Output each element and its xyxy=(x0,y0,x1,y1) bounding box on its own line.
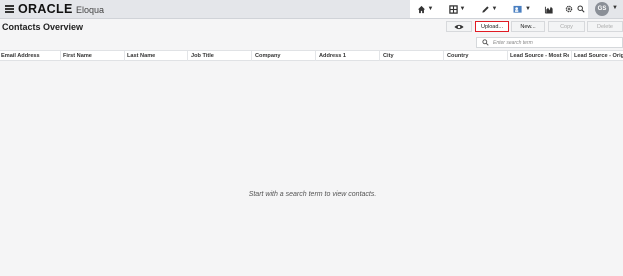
upload-button[interactable]: Upload... xyxy=(475,21,509,32)
column-header-company[interactable]: Company xyxy=(254,52,314,61)
delete-button[interactable]: Delete xyxy=(587,21,623,32)
chevron-down-icon: ▼ xyxy=(525,6,531,12)
search-icon xyxy=(482,39,489,46)
contacts-icon xyxy=(513,5,522,13)
search-icon xyxy=(577,5,585,13)
nav-icon-group: ▼ ▼ ▼ ▼ xyxy=(410,0,588,18)
column-header-email[interactable]: Email Address xyxy=(0,52,60,61)
grid-nav-button[interactable]: ▼ xyxy=(446,0,468,18)
empty-state-message: Start with a search term to view contact… xyxy=(248,191,377,198)
column-divider xyxy=(251,51,252,61)
page-title: Contacts Overview xyxy=(2,22,84,32)
column-header-last-name[interactable]: Last Name xyxy=(126,52,186,61)
menu-icon[interactable] xyxy=(5,5,14,13)
edit-nav-button[interactable]: ▼ xyxy=(478,0,500,18)
pencil-icon xyxy=(481,5,489,13)
eye-icon xyxy=(454,24,464,29)
chevron-down-icon: ▼ xyxy=(427,6,434,12)
global-search-button[interactable] xyxy=(576,0,586,18)
column-header-lead-source-most-recent[interactable]: Lead Source - Most Re xyxy=(509,52,569,61)
chart-icon xyxy=(544,6,553,14)
column-divider xyxy=(60,51,61,61)
column-divider xyxy=(315,51,316,61)
column-divider xyxy=(124,51,125,61)
column-header-lead-source-original[interactable]: Lead Source - Origi xyxy=(573,52,623,61)
column-header-first-name[interactable]: First Name xyxy=(62,52,122,61)
column-header-country[interactable]: Country xyxy=(446,52,506,61)
column-divider xyxy=(187,51,188,61)
chevron-down-icon[interactable]: ▼ xyxy=(612,5,618,11)
eloqua-label: Eloqua xyxy=(76,5,105,15)
home-nav-button[interactable]: ▼ xyxy=(414,0,436,18)
avatar[interactable]: GS xyxy=(595,2,609,16)
column-header-city[interactable]: City xyxy=(382,52,442,61)
chevron-down-icon: ▼ xyxy=(491,6,498,12)
column-header-job-title[interactable]: Job Title xyxy=(190,52,250,61)
column-header-address[interactable]: Address 1 xyxy=(318,52,378,61)
grid-icon xyxy=(448,4,458,14)
new-button[interactable]: New... xyxy=(511,21,545,32)
table-header: Email Address First Name Last Name Job T… xyxy=(0,50,623,61)
column-divider xyxy=(507,51,508,61)
view-toggle-button[interactable] xyxy=(446,21,472,32)
contacts-nav-button[interactable]: ▼ xyxy=(511,0,533,18)
search-placeholder: Enter search term xyxy=(493,39,533,46)
oracle-logo: ORACLE xyxy=(18,2,73,16)
home-icon xyxy=(417,5,425,13)
column-divider xyxy=(443,51,444,61)
gear-icon xyxy=(565,5,573,13)
column-divider xyxy=(571,51,572,61)
top-navigation-bar: ORACLE Eloqua ▼ ▼ ▼ ▼ GS ▼ xyxy=(0,0,623,19)
search-input[interactable]: Enter search term xyxy=(476,37,623,48)
settings-nav-button[interactable] xyxy=(564,0,574,18)
insight-nav-button[interactable] xyxy=(542,0,556,18)
chevron-down-icon: ▼ xyxy=(459,6,466,12)
column-divider xyxy=(379,51,380,61)
copy-button[interactable]: Copy xyxy=(548,21,585,32)
